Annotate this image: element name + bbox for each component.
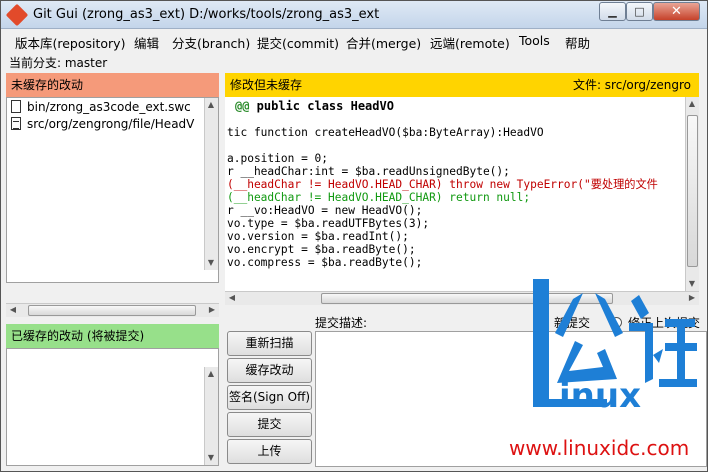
unstaged-horizontal-scrollbar[interactable]: ◀ ▶	[6, 303, 219, 317]
diff-line: r __vo:HeadVO = new HeadVO();	[227, 204, 423, 217]
unstaged-file-list: bin/zrong_as3code_ext.swc src/org/zengro…	[6, 97, 219, 283]
unstaged-file-item[interactable]: src/org/zengrong/file/HeadV	[11, 116, 194, 133]
diff-added-line: (__headChar != HeadVO.HEAD_CHAR) return …	[227, 191, 531, 204]
scroll-up-icon[interactable]: ▲	[205, 368, 217, 380]
diff-status-label: 修改但未缓存	[230, 78, 303, 92]
diff-vertical-scrollbar[interactable]: ▲ ▼	[685, 97, 699, 291]
commit-message-textarea[interactable]	[315, 331, 707, 467]
menu-repository[interactable]: 版本库(repository)	[15, 33, 125, 52]
push-button[interactable]: 上传	[227, 439, 312, 464]
file-name: bin/zrong_as3code_ext.swc	[27, 100, 191, 114]
radio-unchecked-icon	[611, 317, 622, 328]
amend-commit-radio[interactable]: 修正上次提交	[611, 314, 700, 331]
scroll-thumb[interactable]	[687, 115, 698, 267]
menu-commit[interactable]: 提交(commit)	[257, 33, 339, 52]
scroll-left-icon[interactable]: ◀	[226, 292, 238, 304]
menu-edit[interactable]: 编辑	[134, 33, 159, 52]
menu-help[interactable]: 帮助	[565, 33, 590, 52]
diff-header: 修改但未缓存 文件: src/org/zengro	[225, 73, 699, 97]
scroll-right-icon[interactable]: ▶	[206, 304, 218, 316]
diff-hunk-line: @@ public class HeadVO	[235, 99, 394, 113]
git-gui-window: Git Gui (zrong_as3_ext) D:/works/tools/z…	[0, 0, 708, 472]
sign-off-button[interactable]: 签名(Sign Off)	[227, 385, 312, 410]
diff-line: r __headChar:int = $ba.readUnsignedByte(…	[227, 165, 510, 178]
scroll-down-icon[interactable]: ▼	[686, 278, 698, 290]
window-title: Git Gui (zrong_as3_ext) D:/works/tools/z…	[33, 7, 380, 22]
staged-changes-header: 已缓存的改动 (将被提交)	[6, 324, 219, 348]
diff-line: vo.compress = $ba.readByte();	[227, 256, 423, 269]
git-logo-icon	[5, 3, 29, 27]
staged-file-list: ▲ ▼	[6, 348, 219, 466]
diff-line: vo.type = $ba.readUTFBytes(3);	[227, 217, 430, 230]
diff-horizontal-scrollbar[interactable]: ◀ ▶	[225, 291, 699, 305]
unstaged-file-item[interactable]: bin/zrong_as3code_ext.swc	[11, 99, 191, 116]
diff-file-path: 文件: src/org/zengro	[572, 78, 691, 92]
scroll-thumb[interactable]	[321, 293, 613, 304]
diff-removed-line: (__headChar != HeadVO.HEAD_CHAR) throw n…	[227, 178, 658, 191]
menu-tools[interactable]: Tools	[519, 33, 550, 48]
menu-merge[interactable]: 合并(merge)	[346, 33, 421, 52]
scroll-up-icon[interactable]: ▲	[686, 98, 698, 110]
scroll-down-icon[interactable]: ▼	[205, 257, 217, 269]
unstaged-vertical-scrollbar[interactable]: ▲ ▼	[204, 98, 218, 270]
commit-description-label: 提交描述:	[315, 316, 368, 330]
close-button[interactable]: ✕	[653, 2, 700, 21]
current-branch: 当前分支: master	[9, 56, 108, 70]
diff-line: a.position = 0;	[227, 152, 329, 165]
title-bar: Git Gui (zrong_as3_ext) D:/works/tools/z…	[1, 1, 707, 29]
radio-checked-icon	[537, 317, 548, 328]
scroll-thumb[interactable]	[28, 305, 196, 316]
file-icon	[11, 100, 21, 113]
menu-branch[interactable]: 分支(branch)	[172, 33, 250, 52]
scroll-down-icon[interactable]: ▼	[205, 452, 217, 464]
menu-remote[interactable]: 远端(remote)	[430, 33, 510, 52]
commit-button[interactable]: 提交	[227, 412, 312, 437]
modified-file-icon	[11, 117, 21, 130]
minimize-button[interactable]: ▁	[599, 2, 626, 21]
scroll-right-icon[interactable]: ▶	[686, 292, 698, 304]
diff-line: tic function createHeadVO($ba:ByteArray)…	[227, 126, 544, 139]
rescan-button[interactable]: 重新扫描	[227, 331, 312, 356]
maximize-button[interactable]: □	[626, 2, 653, 21]
diff-line: vo.encrypt = $ba.readByte();	[227, 243, 416, 256]
staged-vertical-scrollbar[interactable]: ▲ ▼	[204, 367, 218, 465]
diff-viewer[interactable]: @@ public class HeadVO tic function crea…	[225, 97, 685, 291]
diff-line: vo.version = $ba.readInt();	[227, 230, 409, 243]
scroll-left-icon[interactable]: ◀	[7, 304, 19, 316]
menu-bar: 版本库(repository) 编辑 分支(branch) 提交(commit)…	[1, 30, 707, 51]
stage-changed-button[interactable]: 缓存改动	[227, 358, 312, 383]
unstaged-changes-header: 未缓存的改动	[6, 73, 219, 97]
new-commit-radio[interactable]: 新提交	[537, 314, 590, 331]
file-name: src/org/zengrong/file/HeadV	[27, 117, 195, 131]
scroll-up-icon[interactable]: ▲	[205, 99, 217, 111]
